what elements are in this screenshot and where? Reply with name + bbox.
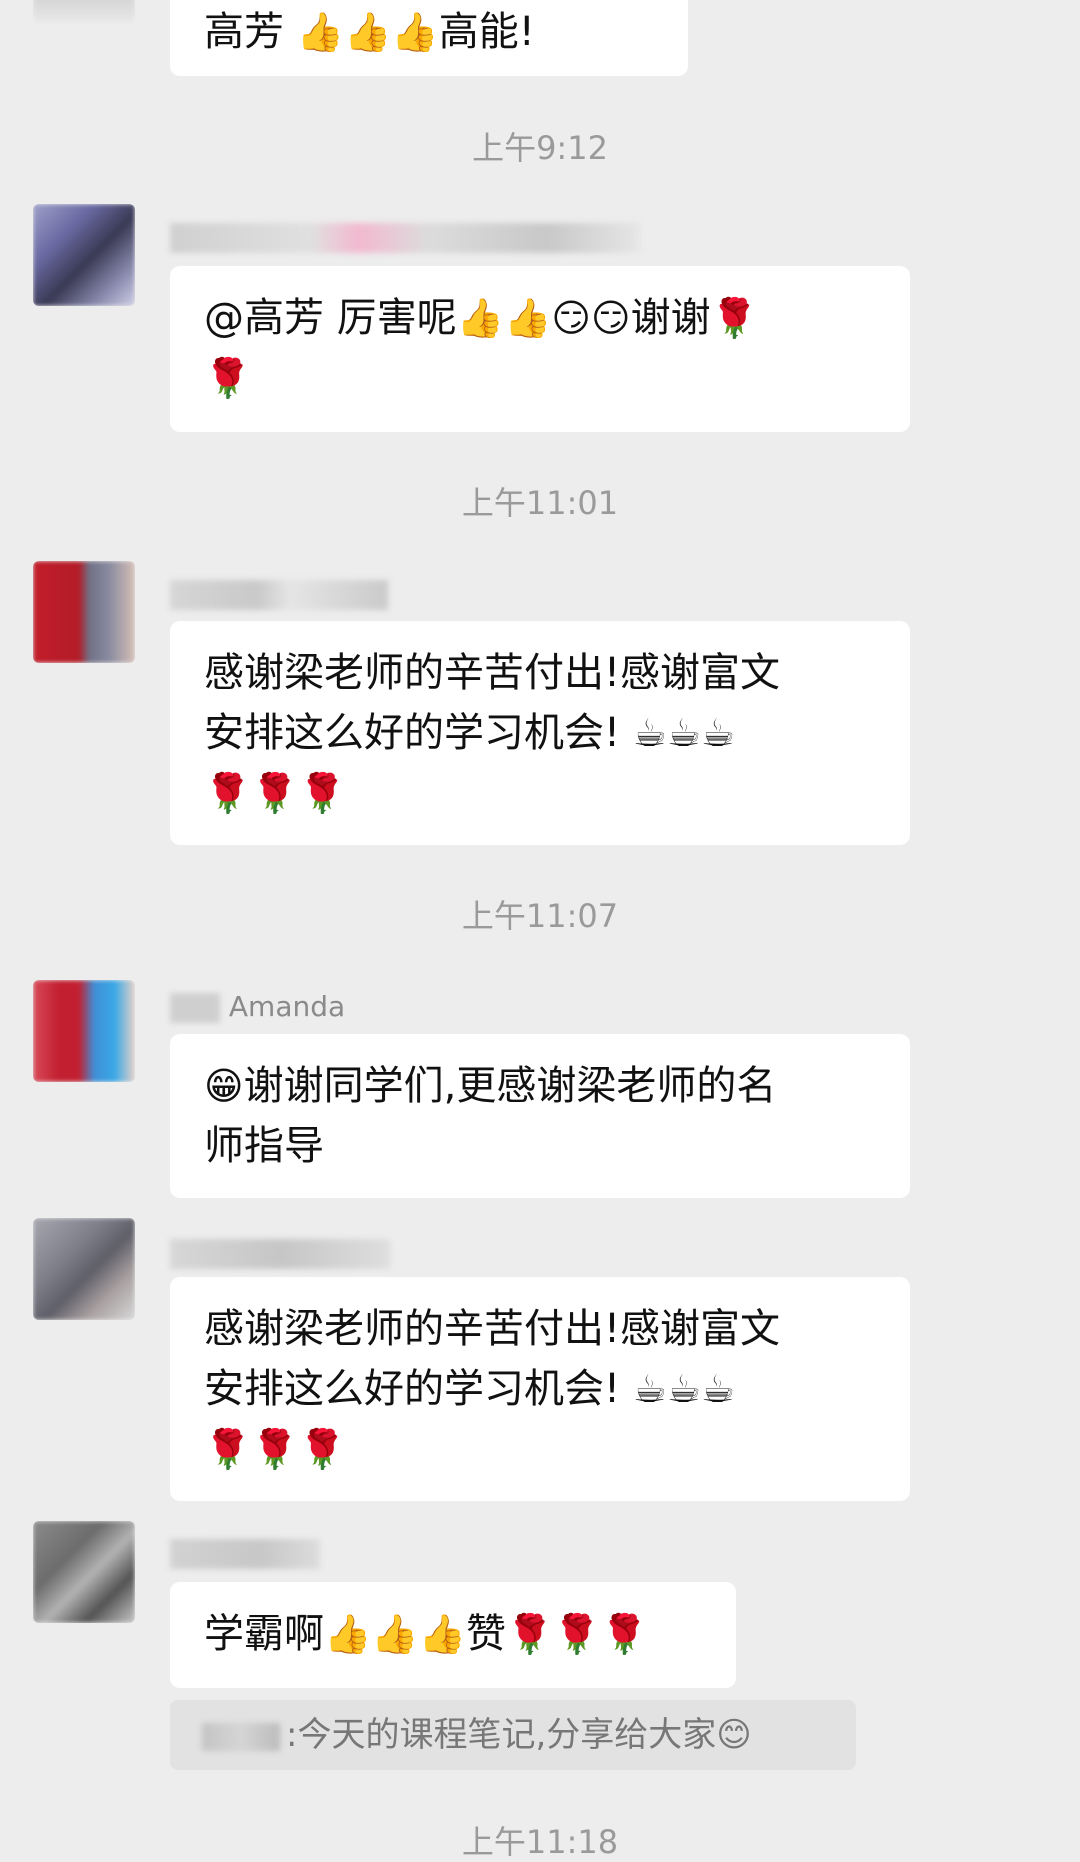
thumbs-up-icon: 👍 (391, 10, 439, 54)
rose-icon: 🌹 (600, 1612, 648, 1656)
message-bubble[interactable]: 😁谢谢同学们,更感谢梁老师的名 师指导 (170, 1034, 910, 1198)
message-line: 感谢梁老师的辛苦付出!感谢富文 (204, 643, 876, 703)
thumbs-up-icon: 👍 (296, 10, 345, 54)
timestamp: 上午9:12 (472, 129, 608, 167)
message-bubble[interactable]: @高芳 厉害呢👍👍😏😏谢谢🌹 🌹 (170, 266, 910, 432)
message-text: 谢谢同学们,更感谢梁老师的名 (243, 1063, 777, 1109)
message-text: 师指导 (204, 1123, 324, 1169)
message-line: 安排这么好的学习机会! ☕☕☕ (204, 703, 876, 763)
rose-icon: 🌹 (298, 771, 346, 815)
thumbs-up-icon: 👍 (456, 296, 505, 340)
sender-name (170, 1236, 390, 1270)
message-line: 🌹🌹🌹 (204, 763, 876, 823)
rose-icon: 🌹 (505, 1612, 554, 1656)
thumbs-up-icon: 👍 (504, 296, 552, 340)
message-line: 安排这么好的学习机会! ☕☕☕ (204, 1359, 876, 1419)
sender-name (170, 577, 388, 611)
message-line: 🌹 (204, 348, 876, 408)
smirk-666-icon: 😏 (591, 296, 631, 340)
smiling-face-icon: 😊 (716, 1715, 752, 1755)
rose-icon: 🌹 (251, 771, 299, 815)
timestamp: 上午11:18 (461, 1823, 619, 1861)
coffee-icon: ☕ (632, 711, 667, 755)
avatar[interactable] (33, 0, 135, 24)
quoted-message[interactable]: :今天的课程笔记,分享给大家😊 (170, 1700, 856, 1770)
message-text: 谢谢 (630, 295, 711, 341)
message-line: 学霸啊👍👍👍赞🌹🌹🌹 (204, 1604, 702, 1664)
sender-name-text: Amanda (228, 990, 346, 1023)
avatar[interactable] (33, 1521, 135, 1623)
rose-icon: 🌹 (204, 1427, 252, 1471)
message-text: 赞 (465, 1611, 506, 1657)
rose-icon: 🌹 (204, 356, 252, 400)
rose-icon: 🌹 (204, 771, 252, 815)
coffee-icon: ☕ (666, 1367, 701, 1411)
smirk-666-icon: 😏 (551, 296, 591, 340)
thumbs-up-icon: 👍 (344, 10, 392, 54)
coffee-icon: ☕ (632, 1367, 667, 1411)
message-bubble[interactable]: 感谢梁老师的辛苦付出!感谢富文 安排这么好的学习机会! ☕☕☕ 🌹🌹🌹 (170, 1277, 910, 1501)
message-bubble[interactable]: 感谢梁老师的辛苦付出!感谢富文 安排这么好的学习机会! ☕☕☕ 🌹🌹🌹 (170, 621, 910, 845)
coffee-icon: ☕ (700, 1367, 735, 1411)
rose-icon: 🌹 (553, 1612, 601, 1656)
message-line: 高芳 👍👍👍高能! (204, 2, 654, 62)
thumbs-up-icon: 👍 (371, 1612, 419, 1656)
timestamp: 上午11:01 (461, 484, 619, 522)
avatar[interactable] (33, 204, 135, 306)
message-text: 感谢梁老师的辛苦付出!感谢富文 (204, 1306, 781, 1352)
sender-name (170, 1536, 320, 1570)
coffee-icon: ☕ (666, 711, 701, 755)
message-text: @高芳 厉害呢 (204, 295, 457, 341)
avatar[interactable] (33, 980, 135, 1082)
message-text: 安排这么好的学习机会! (204, 1366, 633, 1412)
avatar[interactable] (33, 1218, 135, 1320)
rose-icon: 🌹 (251, 1427, 299, 1471)
message-line: 感谢梁老师的辛苦付出!感谢富文 (204, 1299, 876, 1359)
message-text: 学霸啊 (204, 1611, 324, 1657)
message-line: 😁谢谢同学们,更感谢梁老师的名 (204, 1056, 876, 1116)
rose-icon: 🌹 (298, 1427, 346, 1471)
rose-icon: 🌹 (710, 296, 758, 340)
message-bubble[interactable]: 学霸啊👍👍👍赞🌹🌹🌹 (170, 1582, 736, 1688)
thumbs-up-icon: 👍 (324, 1612, 372, 1656)
message-text: 高能! (438, 9, 535, 55)
message-text: 高芳 (204, 9, 297, 55)
message-text: 感谢梁老师的辛苦付出!感谢富文 (204, 650, 781, 696)
thumbs-up-icon: 👍 (418, 1612, 466, 1656)
message-line: 师指导 (204, 1116, 876, 1176)
message-line: 🌹🌹🌹 (204, 1419, 876, 1479)
coffee-icon: ☕ (700, 711, 735, 755)
sender-name (170, 220, 640, 254)
avatar[interactable] (33, 561, 135, 663)
timestamp: 上午11:07 (461, 897, 619, 935)
message-text: 安排这么好的学习机会! (204, 710, 633, 756)
quote-text: :今天的课程笔记,分享给大家 (286, 1715, 717, 1755)
message-bubble[interactable]: 高芳 👍👍👍高能! (170, 0, 688, 76)
sender-name: Amanda (170, 990, 345, 1024)
message-line: @高芳 厉害呢👍👍😏😏谢谢🌹 (204, 288, 876, 348)
grinning-face-icon: 😁 (204, 1064, 244, 1108)
